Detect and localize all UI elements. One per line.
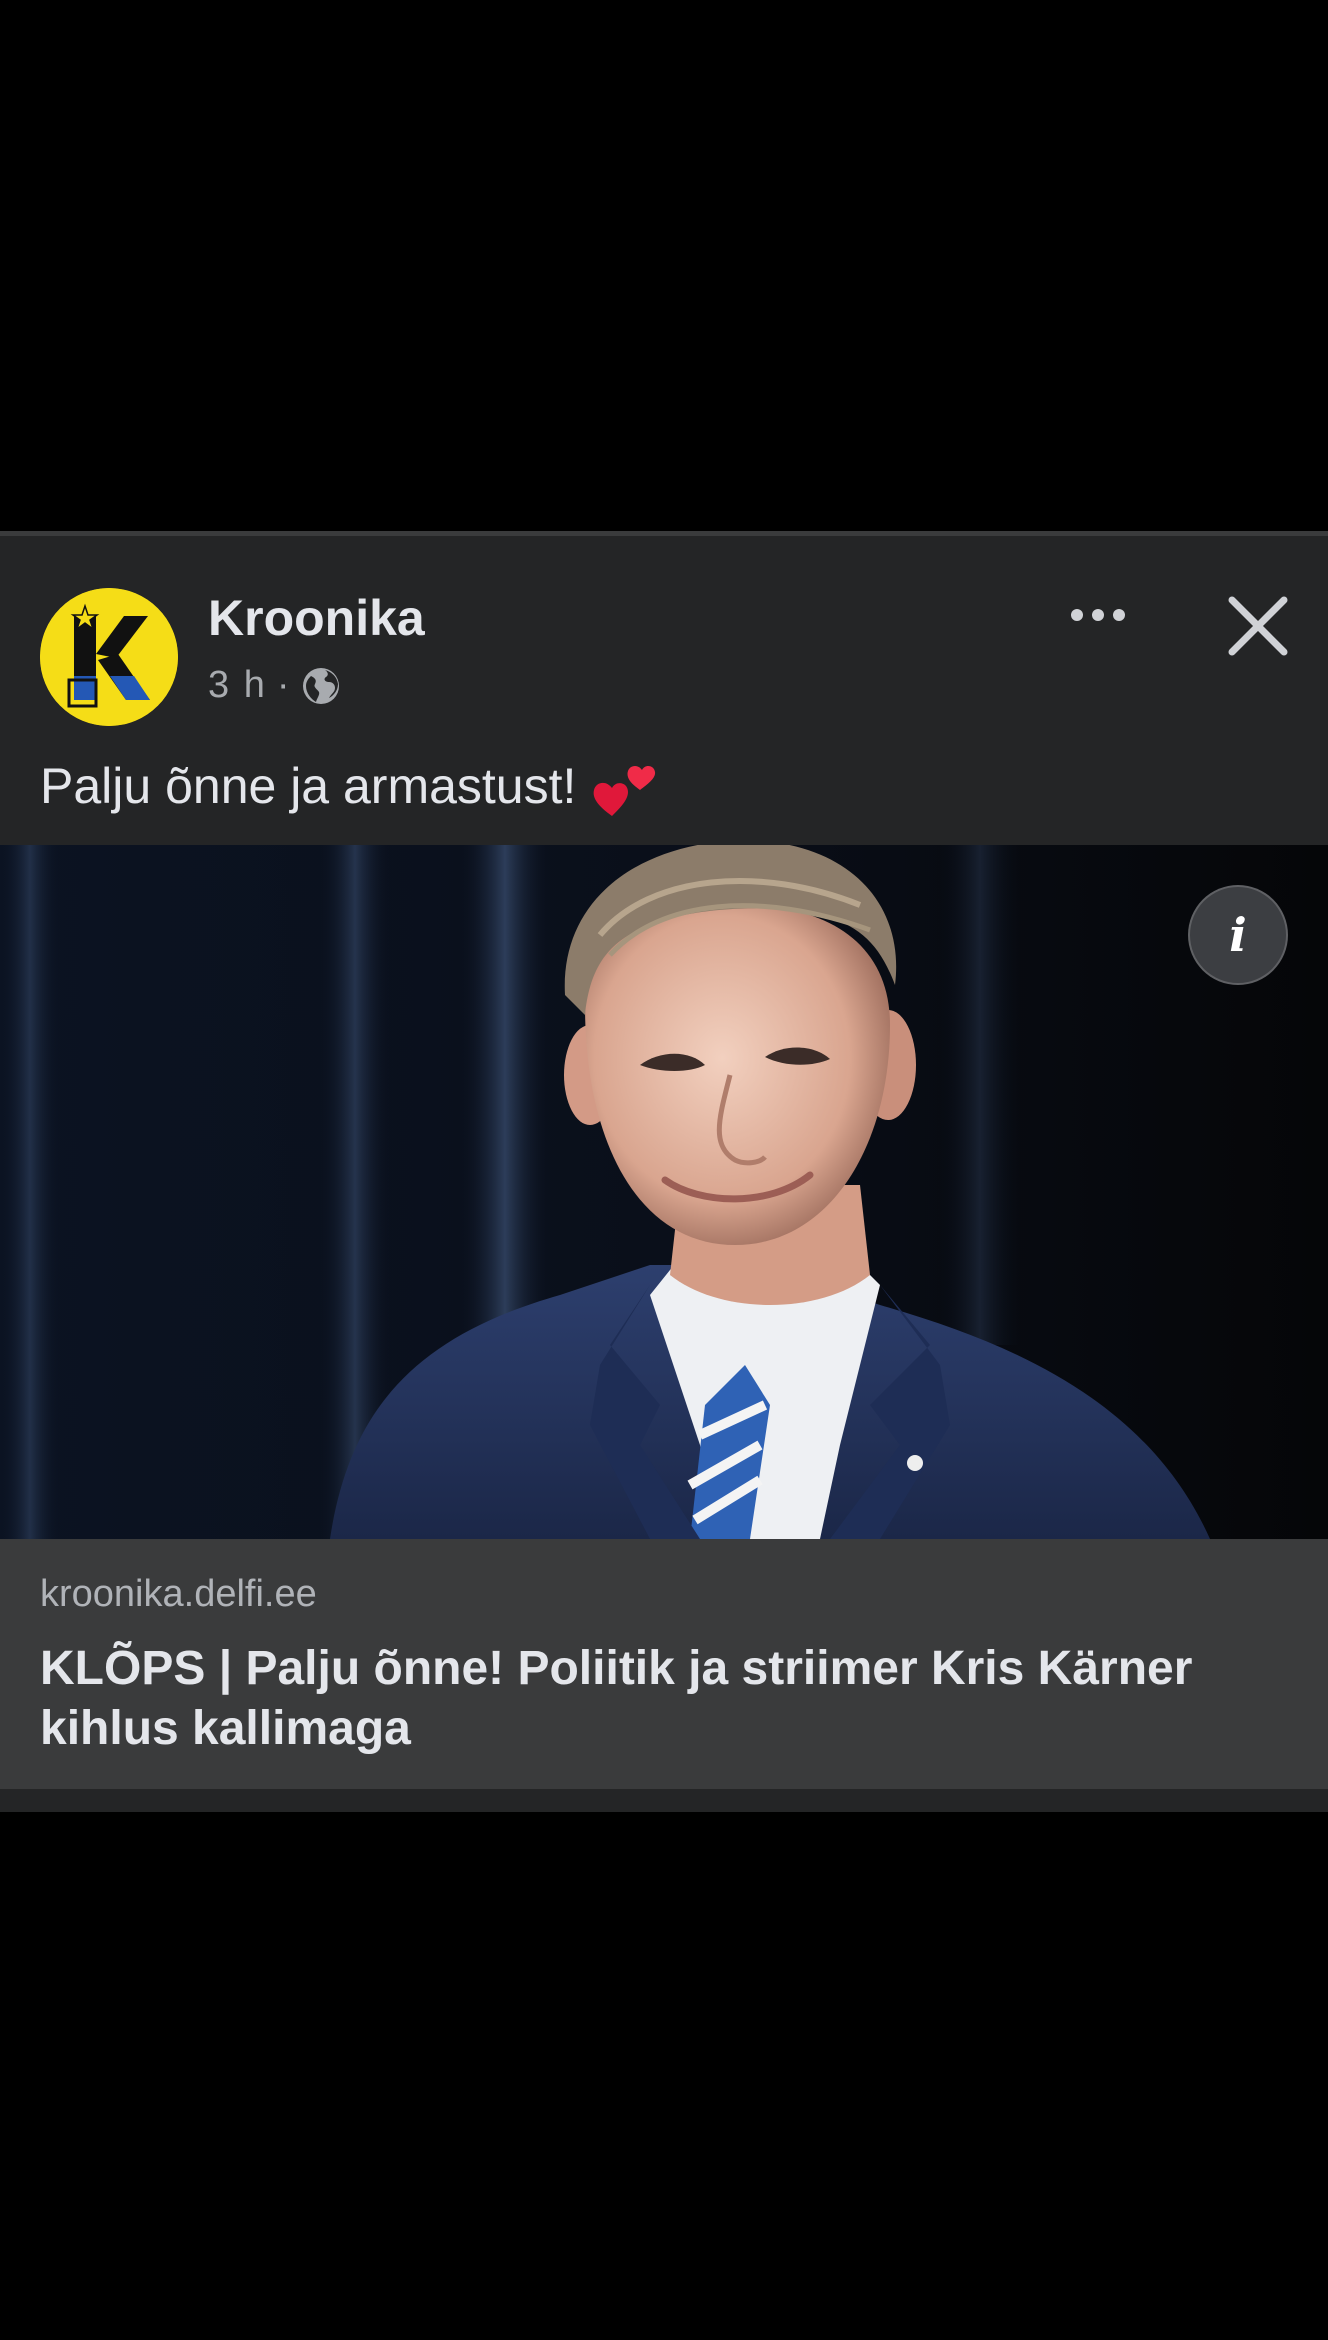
post-header: Kroonika 3 h · bbox=[0, 536, 1328, 726]
post-card: Kroonika 3 h · Palju õnne ja armastust! … bbox=[0, 531, 1328, 1812]
portrait-photo bbox=[0, 845, 1328, 1539]
globe-icon bbox=[301, 666, 341, 706]
page-name[interactable]: Kroonika bbox=[208, 588, 425, 648]
more-dot bbox=[1092, 609, 1104, 621]
close-icon bbox=[1228, 596, 1288, 656]
link-headline[interactable]: KLÕPS | Palju õnne! Poliitik ja striimer… bbox=[40, 1639, 1270, 1759]
avatar[interactable] bbox=[40, 588, 178, 726]
more-dot bbox=[1113, 609, 1125, 621]
caption-text: Palju õnne ja armastust! bbox=[40, 758, 577, 814]
two-hearts-emoji bbox=[590, 750, 662, 822]
more-dots-icon bbox=[1071, 609, 1083, 621]
more-options-button[interactable] bbox=[1060, 594, 1136, 636]
post-caption: Palju õnne ja armastust! bbox=[40, 750, 662, 822]
post-time[interactable]: 3 h bbox=[208, 664, 267, 707]
info-icon: i bbox=[1229, 908, 1247, 962]
post-meta: 3 h · bbox=[208, 664, 341, 707]
close-button[interactable] bbox=[1222, 590, 1294, 662]
link-preview[interactable]: kroonika.delfi.ee KLÕPS | Palju õnne! Po… bbox=[0, 1539, 1328, 1789]
kroonika-logo bbox=[40, 588, 178, 726]
meta-separator: · bbox=[276, 664, 292, 706]
article-image[interactable]: i bbox=[0, 845, 1328, 1539]
info-button[interactable]: i bbox=[1188, 885, 1288, 985]
link-domain: kroonika.delfi.ee bbox=[40, 1573, 317, 1615]
